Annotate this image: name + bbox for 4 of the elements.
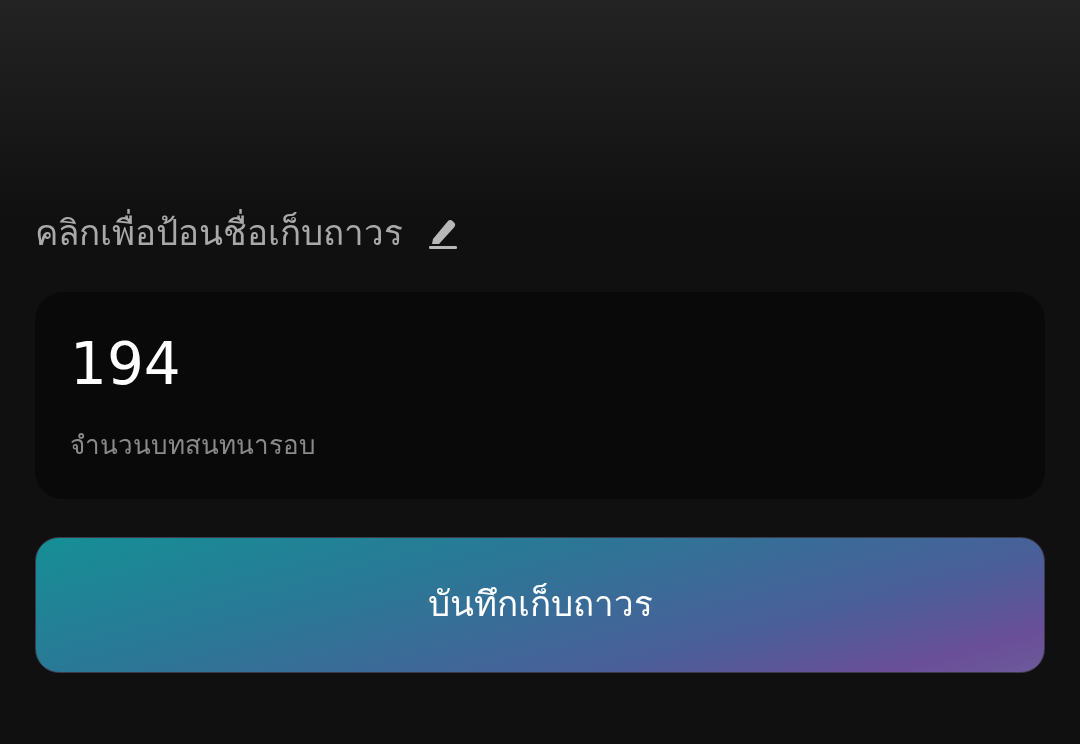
- pencil-icon[interactable]: [429, 217, 457, 249]
- save-archive-button[interactable]: บันทึกเก็บถาวร: [35, 536, 1045, 673]
- count-caption: จำนวนบทสนทนารอบ: [70, 428, 317, 462]
- conversation-count: 194: [70, 330, 182, 400]
